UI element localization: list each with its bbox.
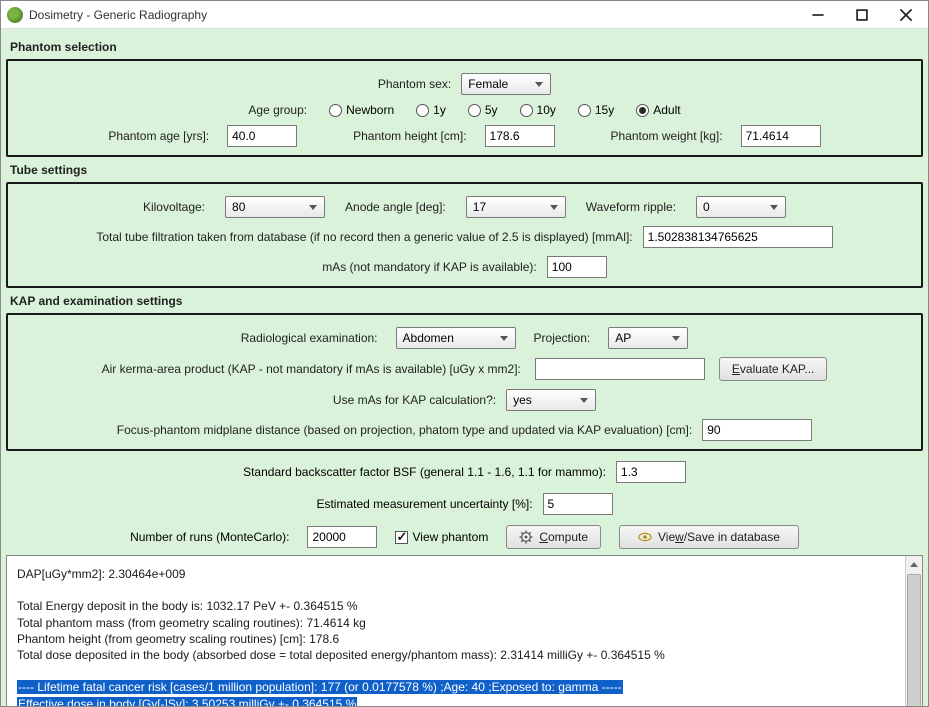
radio-newborn[interactable]: Newborn <box>329 103 394 117</box>
proj-combo[interactable]: AP <box>608 327 688 349</box>
radio-10y[interactable]: 10y <box>520 103 556 117</box>
window-title: Dosimetry - Generic Radiography <box>29 8 796 22</box>
phantom-age-input[interactable] <box>227 125 297 147</box>
radio-adult[interactable]: Adult <box>636 103 680 117</box>
unc-input[interactable] <box>543 493 613 515</box>
phantom-sex-label: Phantom sex: <box>378 77 451 91</box>
kap-label: Air kerma-area product (KAP - not mandat… <box>102 362 521 376</box>
age-group-label: Age group: <box>248 103 307 117</box>
chevron-down-icon <box>669 331 683 345</box>
mas-input[interactable] <box>547 256 607 278</box>
chevron-down-icon <box>547 200 561 214</box>
phantom-height-input[interactable] <box>485 125 555 147</box>
app-window: Dosimetry - Generic Radiography Phantom … <box>0 0 929 707</box>
chevron-down-icon <box>532 77 546 91</box>
chevron-down-icon <box>767 200 781 214</box>
unc-label: Estimated measurement uncertainty [%]: <box>316 497 532 511</box>
view-phantom-check[interactable]: View phantom <box>395 530 488 544</box>
kap-section: Radiological examination: Abdomen Projec… <box>6 313 923 451</box>
fpd-input[interactable] <box>702 419 812 441</box>
eye-icon <box>638 530 652 544</box>
phantom-section-header: Phantom selection <box>10 40 923 54</box>
log-highlight-2: Effective dose in body [Gy[-]Sv]: 3.5025… <box>17 697 357 707</box>
compute-button[interactable]: Compute <box>506 525 601 549</box>
ripple-label: Waveform ripple: <box>586 200 676 214</box>
phantom-sex-value: Female <box>468 77 508 91</box>
log-highlight-1: ---- Lifetime fatal cancer risk [cases/1… <box>17 680 623 694</box>
view-save-db-button[interactable]: View/Save in database <box>619 525 799 549</box>
scroll-up-button[interactable] <box>906 556 922 573</box>
usemas-label: Use mAs for KAP calculation?: <box>333 393 496 407</box>
phantom-age-label: Phantom age [yrs]: <box>108 129 209 143</box>
filtration-input[interactable] <box>643 226 833 248</box>
filtration-label: Total tube filtration taken from databas… <box>96 230 632 244</box>
mas-label: mAs (not mandatory if KAP is available): <box>322 260 537 274</box>
tube-section: Kilovoltage: 80 Anode angle [deg]: 17 Wa… <box>6 182 923 288</box>
ripple-combo[interactable]: 0 <box>696 196 786 218</box>
tube-section-header: Tube settings <box>10 163 923 177</box>
maximize-button[interactable] <box>840 1 884 29</box>
phantom-weight-label: Phantom weight [kg]: <box>611 129 723 143</box>
gear-icon <box>519 530 533 544</box>
kap-section-header: KAP and examination settings <box>10 294 923 308</box>
runs-input[interactable] <box>307 526 377 548</box>
minimize-button[interactable] <box>796 1 840 29</box>
phantom-sex-combo[interactable]: Female <box>461 73 551 95</box>
fpd-label: Focus-phantom midplane distance (based o… <box>117 423 692 437</box>
exam-label: Radiological examination: <box>241 331 378 345</box>
usemas-combo[interactable]: yes <box>506 389 596 411</box>
log-text[interactable]: DAP[uGy*mm2]: 2.30464e+009 Total Energy … <box>7 556 905 706</box>
phantom-weight-input[interactable] <box>741 125 821 147</box>
chevron-down-icon <box>306 200 320 214</box>
runs-label: Number of runs (MonteCarlo): <box>130 530 289 544</box>
titlebar[interactable]: Dosimetry - Generic Radiography <box>1 1 928 29</box>
radio-15y[interactable]: 15y <box>578 103 614 117</box>
radio-5y[interactable]: 5y <box>468 103 498 117</box>
bsf-label: Standard backscatter factor BSF (general… <box>243 465 606 479</box>
kv-combo[interactable]: 80 <box>225 196 325 218</box>
kv-label: Kilovoltage: <box>143 200 205 214</box>
anode-combo[interactable]: 17 <box>466 196 566 218</box>
phantom-height-label: Phantom height [cm]: <box>353 129 466 143</box>
app-icon <box>7 7 23 23</box>
bsf-input[interactable] <box>616 461 686 483</box>
content-area: Phantom selection Phantom sex: Female Ag… <box>1 29 928 706</box>
scroll-thumb[interactable] <box>907 574 921 706</box>
log-pane: DAP[uGy*mm2]: 2.30464e+009 Total Energy … <box>6 555 923 706</box>
chevron-down-icon <box>497 331 511 345</box>
kap-input[interactable] <box>535 358 705 380</box>
chevron-down-icon <box>577 393 591 407</box>
evaluate-kap-button[interactable]: Evaluate KAP... <box>719 357 828 381</box>
close-button[interactable] <box>884 1 928 29</box>
radio-1y[interactable]: 1y <box>416 103 446 117</box>
proj-label: Projection: <box>534 331 591 345</box>
anode-label: Anode angle [deg]: <box>345 200 446 214</box>
phantom-section: Phantom sex: Female Age group: Newborn 1… <box>6 59 923 157</box>
log-scrollbar[interactable] <box>905 556 922 706</box>
exam-combo[interactable]: Abdomen <box>396 327 516 349</box>
